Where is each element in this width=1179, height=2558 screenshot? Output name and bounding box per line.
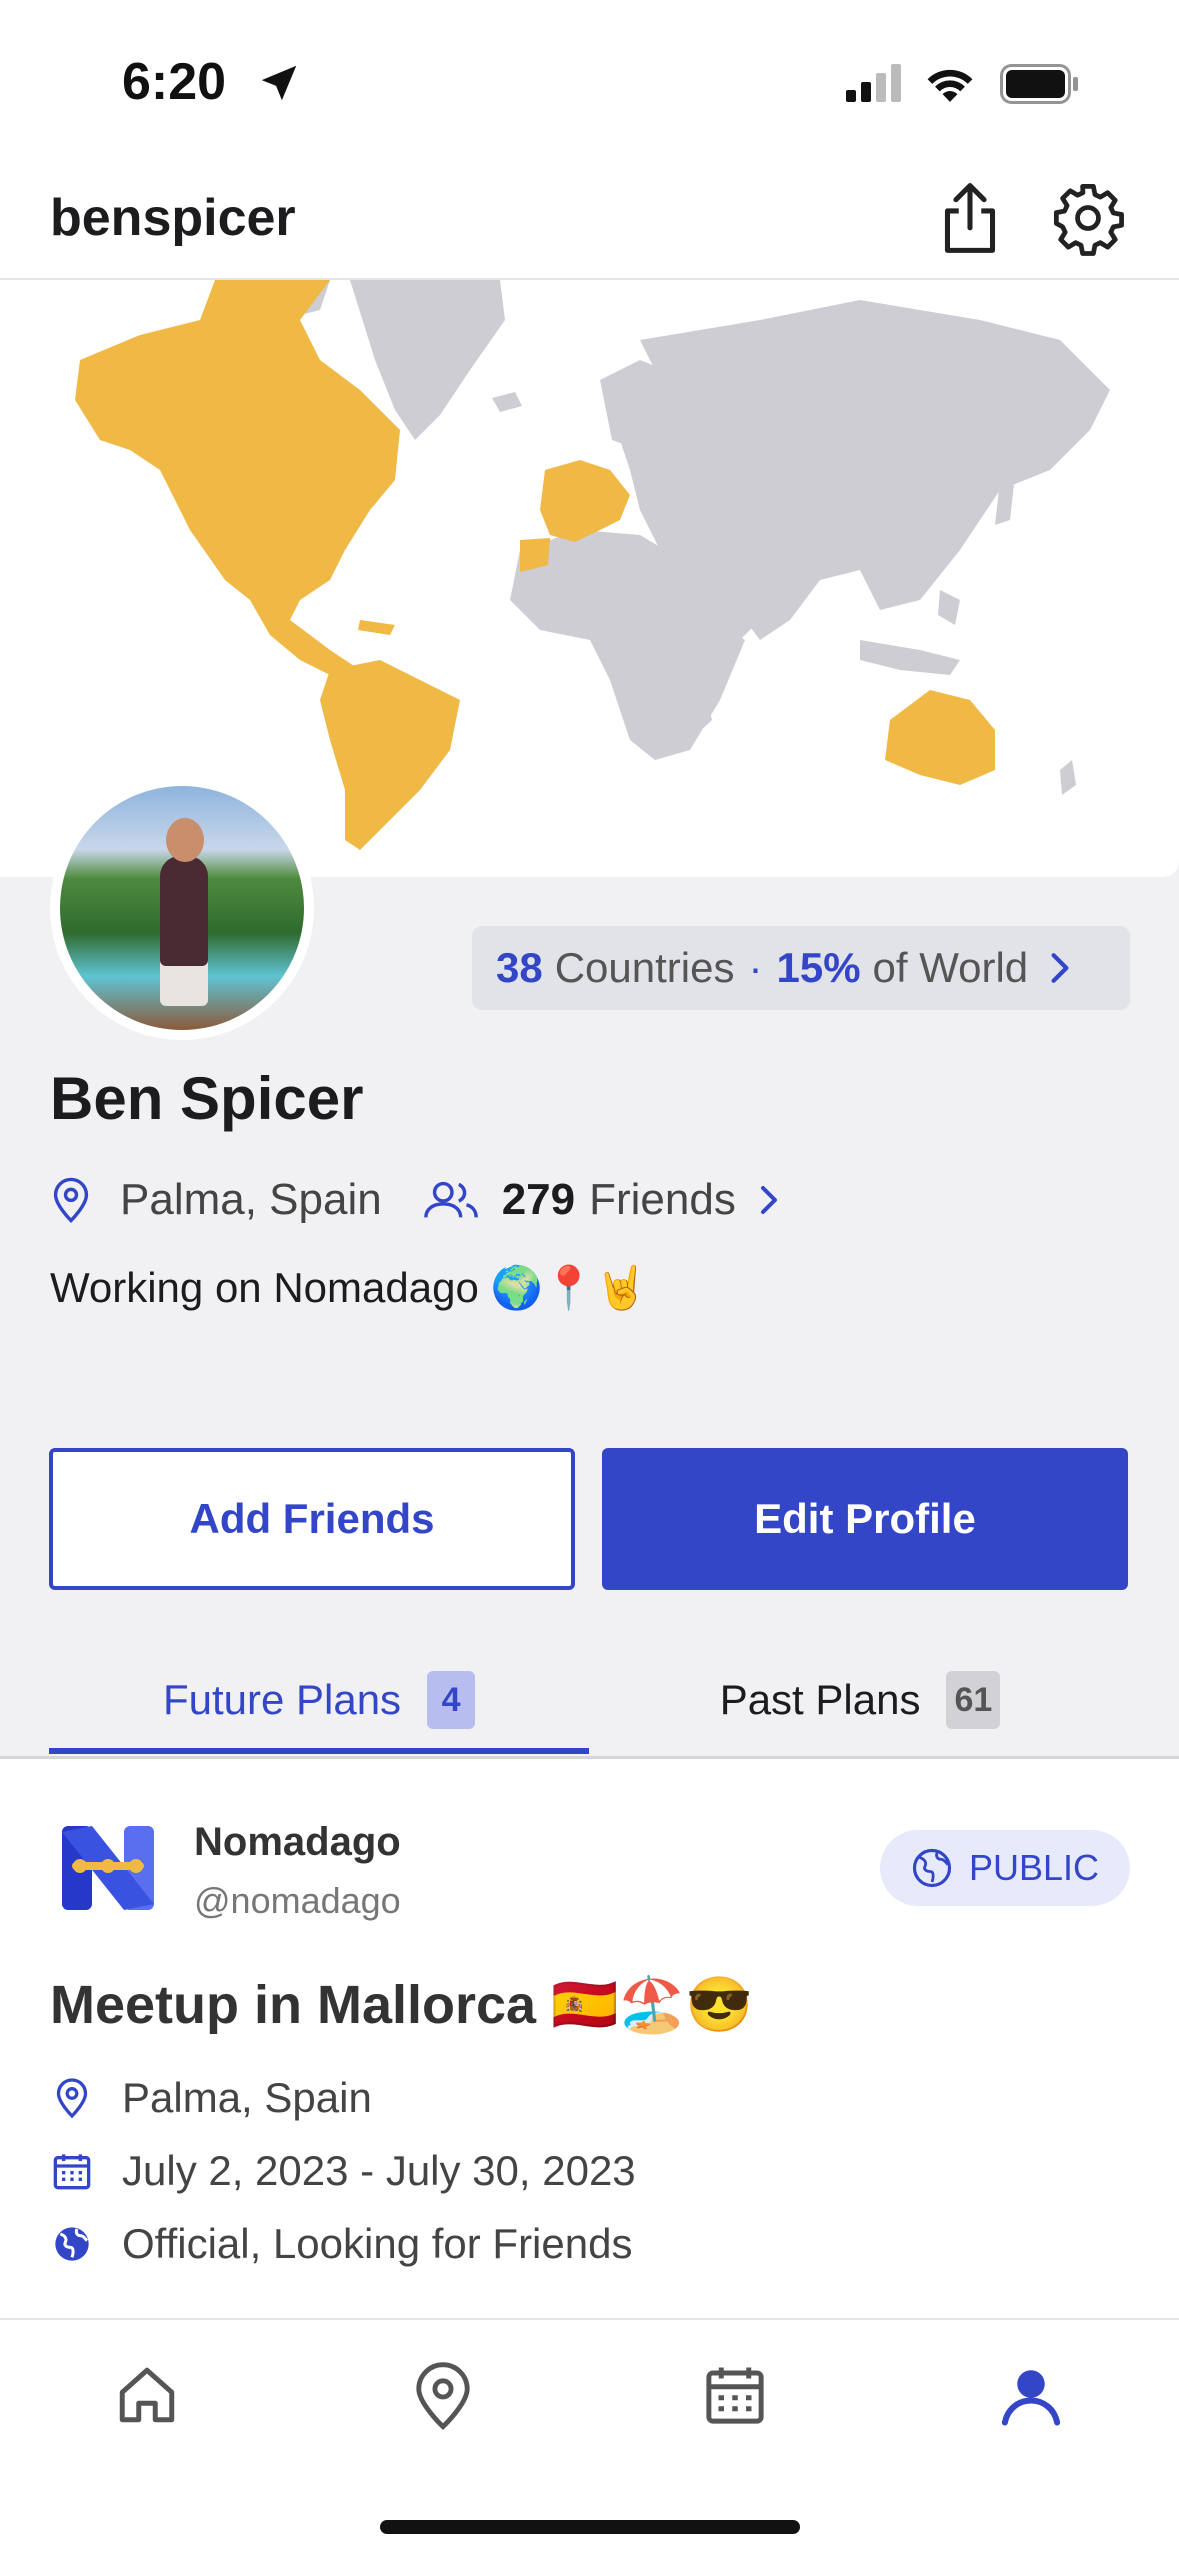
wifi-icon [927,69,973,102]
organizer-name[interactable]: Nomadago [194,1820,401,1865]
globe-icon [912,1848,952,1888]
calendar-icon[interactable] [702,2362,768,2428]
plan-location: Palma, Spain [122,2074,372,2121]
plan-title[interactable]: Meetup in Mallorca 🇪🇸🏖️😎 [50,1974,753,2037]
cell-signal-icon [846,64,901,102]
home-icon[interactable] [114,2362,180,2428]
profile-location: Palma, Spain [50,1175,382,1225]
tab-future-label: Future Plans [162,1676,402,1723]
plan-dates-row: July 2, 2023 - July 30, 2023 [50,2141,636,2201]
status-time: 6:20 [122,53,227,111]
profile-bio: Working on Nomadago 🌍📍🤘 [50,1264,648,1311]
friends-icon [423,1181,478,1218]
add-friends-button[interactable]: Add Friends [49,1448,575,1590]
world-percent: 15% [776,944,861,991]
organizer-handle: @nomadago [194,1880,401,1921]
gear-icon[interactable] [1050,180,1126,256]
future-plans-count-badge: 4 [427,1671,476,1729]
chevron-right-icon [760,1186,777,1214]
profile-location-text: Palma, Spain [120,1175,382,1224]
globe-icon [55,2227,89,2261]
visibility-label: PUBLIC [968,1847,1100,1888]
past-plans-count-badge: 61 [946,1671,1001,1729]
map-pin-icon [56,2078,88,2119]
status-bar: 6:20 [0,0,1179,160]
friends-label: Friends [589,1175,736,1224]
battery-icon [1000,64,1078,104]
nomadago-logo-icon [62,1826,154,1910]
bottom-tab-bar [0,2318,1179,2558]
plan-tags-row: Official, Looking for Friends [50,2214,632,2274]
plan-dates: July 2, 2023 - July 30, 2023 [122,2147,636,2194]
chevron-right-icon [1051,953,1069,983]
profile-icon[interactable] [998,2362,1064,2428]
avatar[interactable] [50,776,314,1040]
avatar-photo [60,786,304,1030]
share-icon[interactable] [936,180,1004,256]
stats-separator: · [748,944,763,991]
countries-label: Countries [554,944,735,991]
active-tab-indicator [49,1748,589,1754]
profile-header: benspicer [0,160,1179,280]
friends-link[interactable]: 279 Friends [422,1175,780,1225]
countries-visited-chip[interactable]: 38 Countries · 15% of World [472,926,1130,1010]
world-label: of World [872,944,1029,991]
map-pin-icon [53,1177,89,1223]
plan-tags: Official, Looking for Friends [122,2220,633,2267]
friends-count: 279 [501,1175,576,1224]
tab-past-label: Past Plans [719,1676,921,1723]
visibility-badge: PUBLIC [880,1830,1130,1906]
username: benspicer [50,189,296,247]
profile-meta-row: Palma, Spain 279 Friends [50,1170,780,1230]
tab-past-plans[interactable]: Past Plans 61 [590,1644,1130,1756]
plan-location-row: Palma, Spain [50,2068,372,2128]
map-pin-icon[interactable] [410,2362,476,2432]
calendar-icon [53,2154,91,2190]
edit-profile-button[interactable]: Edit Profile [602,1448,1128,1590]
countries-count: 38 [496,944,543,991]
tab-future-plans[interactable]: Future Plans 4 [49,1644,589,1756]
home-indicator [380,2520,800,2534]
location-arrow-icon [261,65,297,101]
profile-name: Ben Spicer [50,1065,364,1132]
